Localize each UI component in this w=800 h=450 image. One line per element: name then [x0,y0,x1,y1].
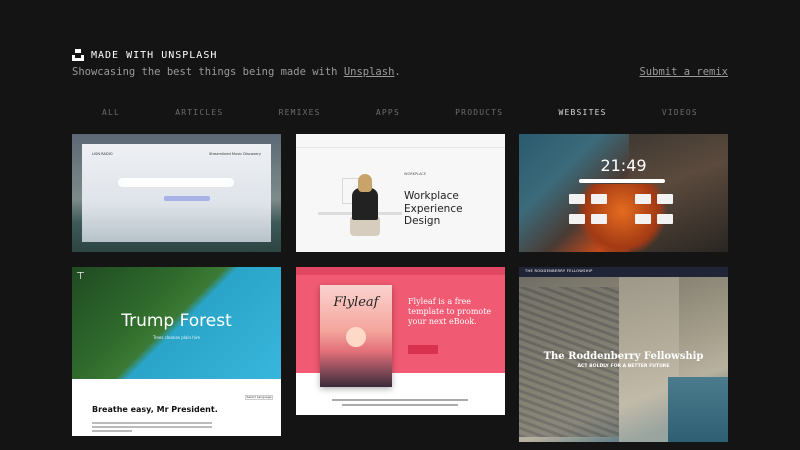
sun-shape [346,327,366,347]
flyleaf-topbar [296,267,505,275]
flyleaf-book-cover: Flyleaf [320,285,392,387]
flyleaf-line-3: your next eBook. [408,317,477,326]
lisn-tagline: Streamlined Music Discovery [208,152,261,156]
book-title: Flyleaf [333,295,379,310]
trump-title: Trump Forest [121,311,232,331]
shortcut-tile [635,194,651,204]
tagline: Showcasing the best things being made wi… [72,66,401,78]
flyleaf-line-1: Flyleaf is a free [408,297,471,306]
submit-remix-link[interactable]: Submit a remix [639,66,728,78]
trump-forest-logo-icon: ⊤ [76,271,85,282]
body-line [92,426,212,428]
flyleaf-line-2: template to promote [408,307,492,316]
lisn-button [164,196,210,201]
aerial-field [519,287,619,437]
roddenberry-nav-brand: THE RODDENBERRY FELLOWSHIP [525,269,593,273]
flyleaf-cta-button [408,345,438,354]
footer-line [332,399,468,401]
unsplash-logo-icon[interactable] [72,49,84,61]
headline-line-1: Workplace [404,190,459,202]
roddenberry-title: The Roddenberry Fellowship [543,351,704,362]
roddenberry-subtitle: ACT BOLDLY FOR A BETTER FUTURE [577,364,670,369]
trump-heading: Breathe easy, Mr President. [92,405,218,414]
card-flyleaf[interactable]: Flyleaf Flyleaf is a free template to pr… [296,267,505,415]
brand-title: MADE WITH UNSPLASH [91,49,218,61]
workplace-nav [296,134,505,148]
roddenberry-nav: THE RODDENBERRY FELLOWSHIP [519,267,728,277]
flyleaf-copy: Flyleaf is a free template to promote yo… [408,297,491,327]
filter-articles[interactable]: ARTICLES [175,108,223,117]
shortcut-tile [657,214,673,224]
person-at-desk [346,174,384,236]
tagline-text: Showcasing the best things being made wi… [72,66,344,78]
shortcut-tile [591,214,607,224]
filter-websites[interactable]: WEBSITES [558,108,606,117]
unsplash-link[interactable]: Unsplash [344,66,395,78]
filter-products[interactable]: PRODUCTS [455,108,503,117]
body-line [92,422,212,424]
clock-search-bar [579,179,665,183]
lisn-brand: LISN RADIO [92,152,113,156]
filter-remixes[interactable]: REMIXES [279,108,321,117]
shortcut-tile [635,214,651,224]
shortcut-tile [569,214,585,224]
footer-line [342,404,458,406]
filter-videos[interactable]: VIDEOS [662,108,698,117]
headline-line-2: Experience [404,202,463,215]
tagline-period: . [394,66,401,78]
card-clock-dashboard[interactable]: 21:49 [519,134,728,252]
language-select: Select Language [245,395,273,400]
card-workplace[interactable]: WORKPLACE Workplace Experience Design [296,134,505,252]
trump-subtitle: Trees cleanse plain hire [153,335,200,340]
headline-line-3: Design [404,215,441,227]
filter-all[interactable]: ALL [102,108,120,117]
card-roddenberry[interactable]: THE RODDENBERRY FELLOWSHIP The Roddenber… [519,267,728,442]
card-trump-forest[interactable]: ⊤ Trump Forest Trees cleanse plain hire … [72,267,281,436]
workplace-brand: WORKPLACE [404,172,427,176]
shortcut-tile [657,194,673,204]
sea-water [668,377,728,442]
shortcut-tile [591,194,607,204]
card-lisn-radio[interactable]: LISN RADIO Streamlined Music Discovery [72,134,281,252]
category-filters: ALL ARTICLES REMIXES APPS PRODUCTS WEBSI… [72,108,728,117]
workplace-headline: Workplace Experience Design [404,190,463,228]
shortcut-tile [569,194,585,204]
body-line [92,430,132,432]
filter-apps[interactable]: APPS [376,108,400,117]
lisn-search-bar [118,178,234,187]
lisn-screenshot: LISN RADIO Streamlined Music Discovery [82,144,271,242]
clock-time: 21:49 [600,156,647,175]
brand-row: MADE WITH UNSPLASH [72,49,217,61]
